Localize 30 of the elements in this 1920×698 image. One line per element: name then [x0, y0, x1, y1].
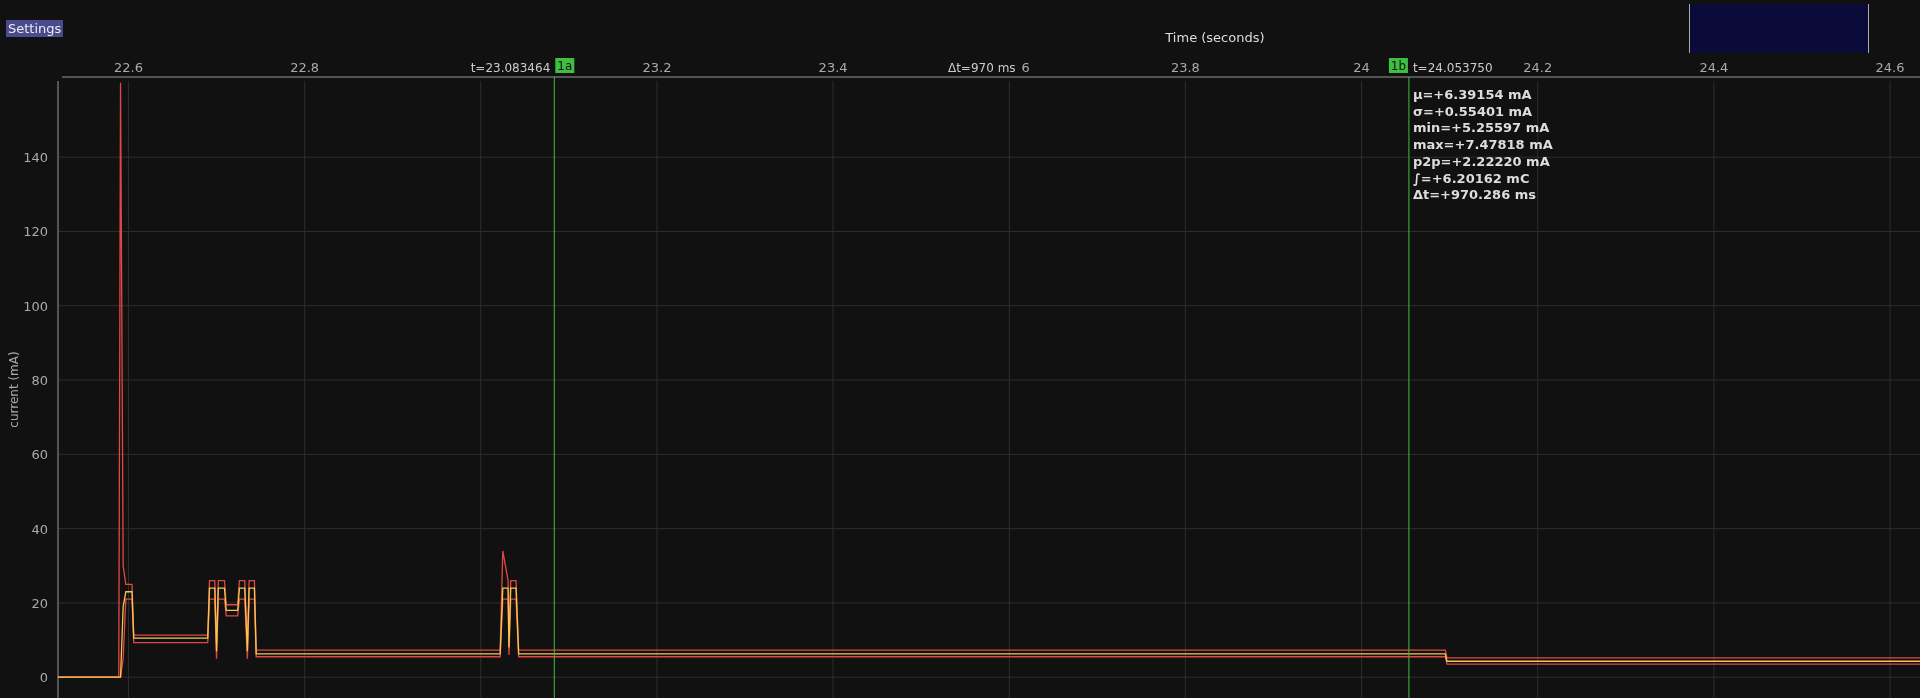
statistic-label: min=+5.25597 mA: [1412, 120, 1550, 136]
x-tick-label: 24.2: [1523, 60, 1553, 75]
cursor-time-label: t=23.083464: [470, 61, 551, 75]
x-tick-label: 22.6: [114, 60, 143, 75]
x-tick-label: 23.8: [1170, 60, 1200, 75]
x-tick-label: 24: [1353, 60, 1370, 75]
x-tick-label: 22.8: [290, 60, 320, 75]
cursor-time-label: t=24.053750: [1412, 61, 1493, 75]
x-axis-title: Time (seconds): [1165, 30, 1265, 45]
delta-time-label: Δt=970 ms: [947, 61, 1016, 75]
y-tick-label: 120: [23, 224, 48, 240]
y-axis-title: current (mA): [7, 351, 21, 428]
statistic-label: μ=+6.39154 mA: [1412, 87, 1532, 102]
statistic-label: ∫=+6.20162 mC: [1412, 170, 1530, 186]
x-tick-label: 24.6: [1875, 60, 1905, 75]
statistic-label: σ=+0.55401 mA: [1412, 103, 1533, 119]
statistic-label: max=+7.47818 mA: [1412, 137, 1553, 153]
y-tick-label: 100: [23, 298, 48, 314]
y-tick-label: 40: [31, 521, 48, 537]
x-tick-label: 23.4: [818, 60, 848, 75]
y-tick-label: 60: [31, 447, 48, 463]
x-tick-label: 6: [1021, 60, 1030, 75]
statistic-label: p2p=+2.22220 mA: [1412, 153, 1550, 169]
statistic-label: Δt=+970.286 ms: [1412, 187, 1536, 203]
y-tick-label: 20: [31, 595, 48, 611]
x-tick-label: 24.4: [1699, 60, 1729, 75]
y-tick-label: 0: [39, 670, 48, 686]
y-tick-label: 80: [31, 373, 48, 389]
x-tick-label: 23.2: [642, 60, 672, 75]
y-tick-label: 140: [23, 150, 48, 166]
